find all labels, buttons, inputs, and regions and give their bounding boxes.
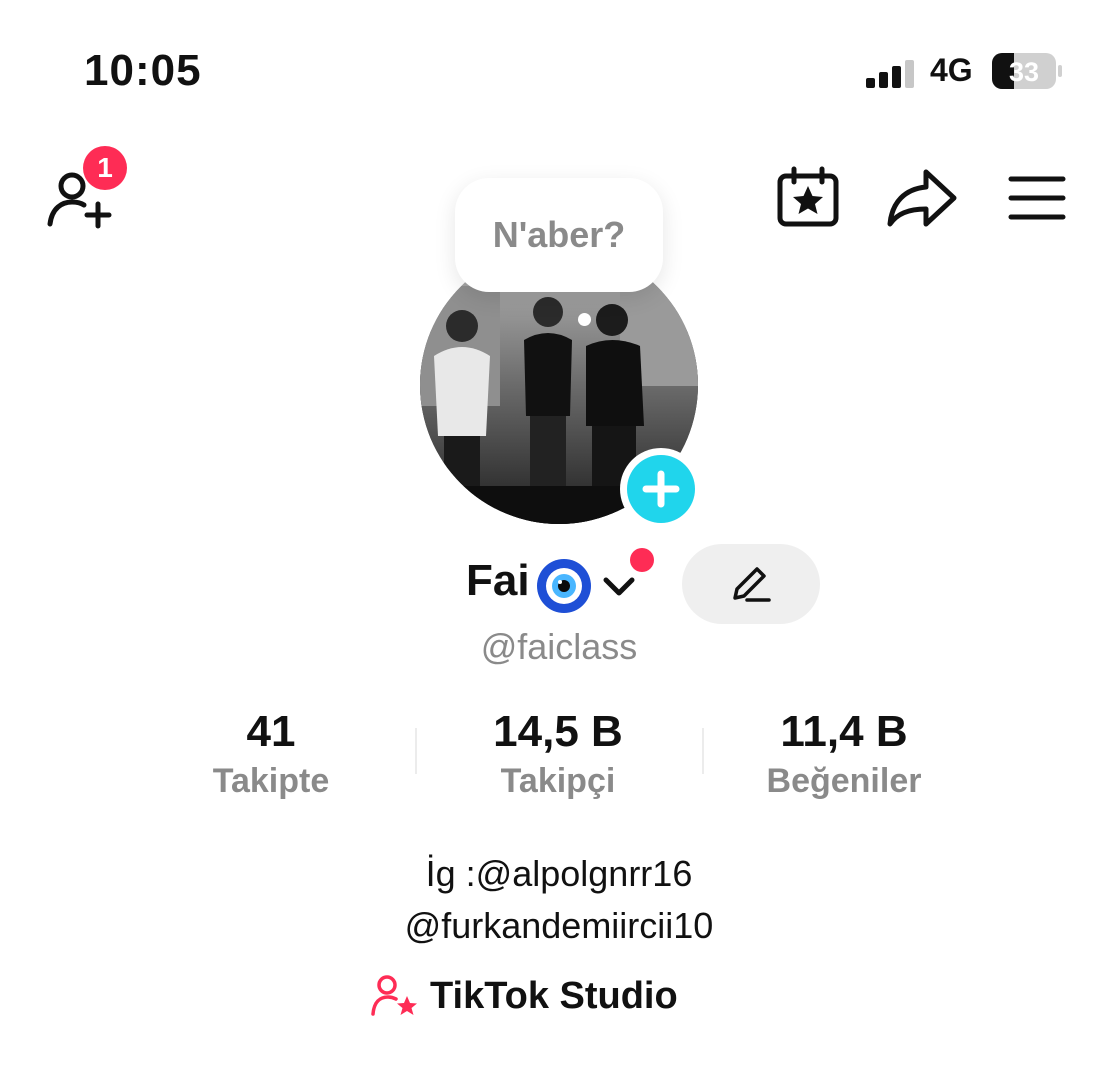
stat-following[interactable]: 41 Takipte: [131, 706, 411, 804]
stat-followers-label: Takipçi: [500, 762, 616, 800]
add-story-button[interactable]: [620, 448, 702, 530]
display-name: Fai: [466, 556, 530, 605]
network-type: 4G: [930, 52, 973, 88]
account-switch-dot: [630, 548, 654, 572]
stat-divider: [415, 728, 417, 774]
edit-profile-button[interactable]: [682, 544, 820, 624]
plus-icon: [642, 470, 680, 508]
username: @faiclass: [480, 626, 638, 667]
battery-level: 33: [1009, 57, 1039, 87]
profile-bio: İg :@alpolgnrr16 @furkandemiircii10: [0, 848, 1118, 952]
stat-following-value: 41: [246, 707, 296, 756]
signal-icon: [866, 60, 914, 88]
bio-line: @furkandemiircii10: [404, 905, 714, 946]
battery-icon: 33: [992, 53, 1062, 89]
note-bubble[interactable]: N'aber?: [455, 178, 663, 292]
tiktok-studio-link[interactable]: TikTok Studio: [370, 972, 678, 1020]
creator-star-icon: [371, 975, 417, 1016]
stat-followers[interactable]: 14,5 B Takipçi: [418, 706, 698, 804]
chevron-down-icon[interactable]: [602, 572, 636, 600]
share-icon[interactable]: [886, 166, 958, 230]
notification-badge: 1: [83, 146, 127, 190]
stat-likes-label: Beğeniler: [766, 762, 922, 800]
stat-likes-value: 11,4 B: [780, 707, 908, 756]
stat-following-label: Takipte: [212, 762, 330, 800]
stat-likes[interactable]: 11,4 B Beğeniler: [704, 706, 984, 804]
calendar-star-icon[interactable]: [776, 166, 840, 228]
pencil-icon: [733, 567, 771, 602]
tiktok-studio-label: TikTok Studio: [430, 974, 678, 1017]
note-bubble-tail: [578, 313, 591, 326]
stat-followers-value: 14,5 B: [493, 707, 623, 756]
bio-line: İg :@alpolgnrr16: [425, 853, 693, 894]
menu-icon[interactable]: [1008, 174, 1066, 222]
status-time: 10:05: [84, 46, 202, 95]
evil-eye-icon: [537, 559, 591, 613]
